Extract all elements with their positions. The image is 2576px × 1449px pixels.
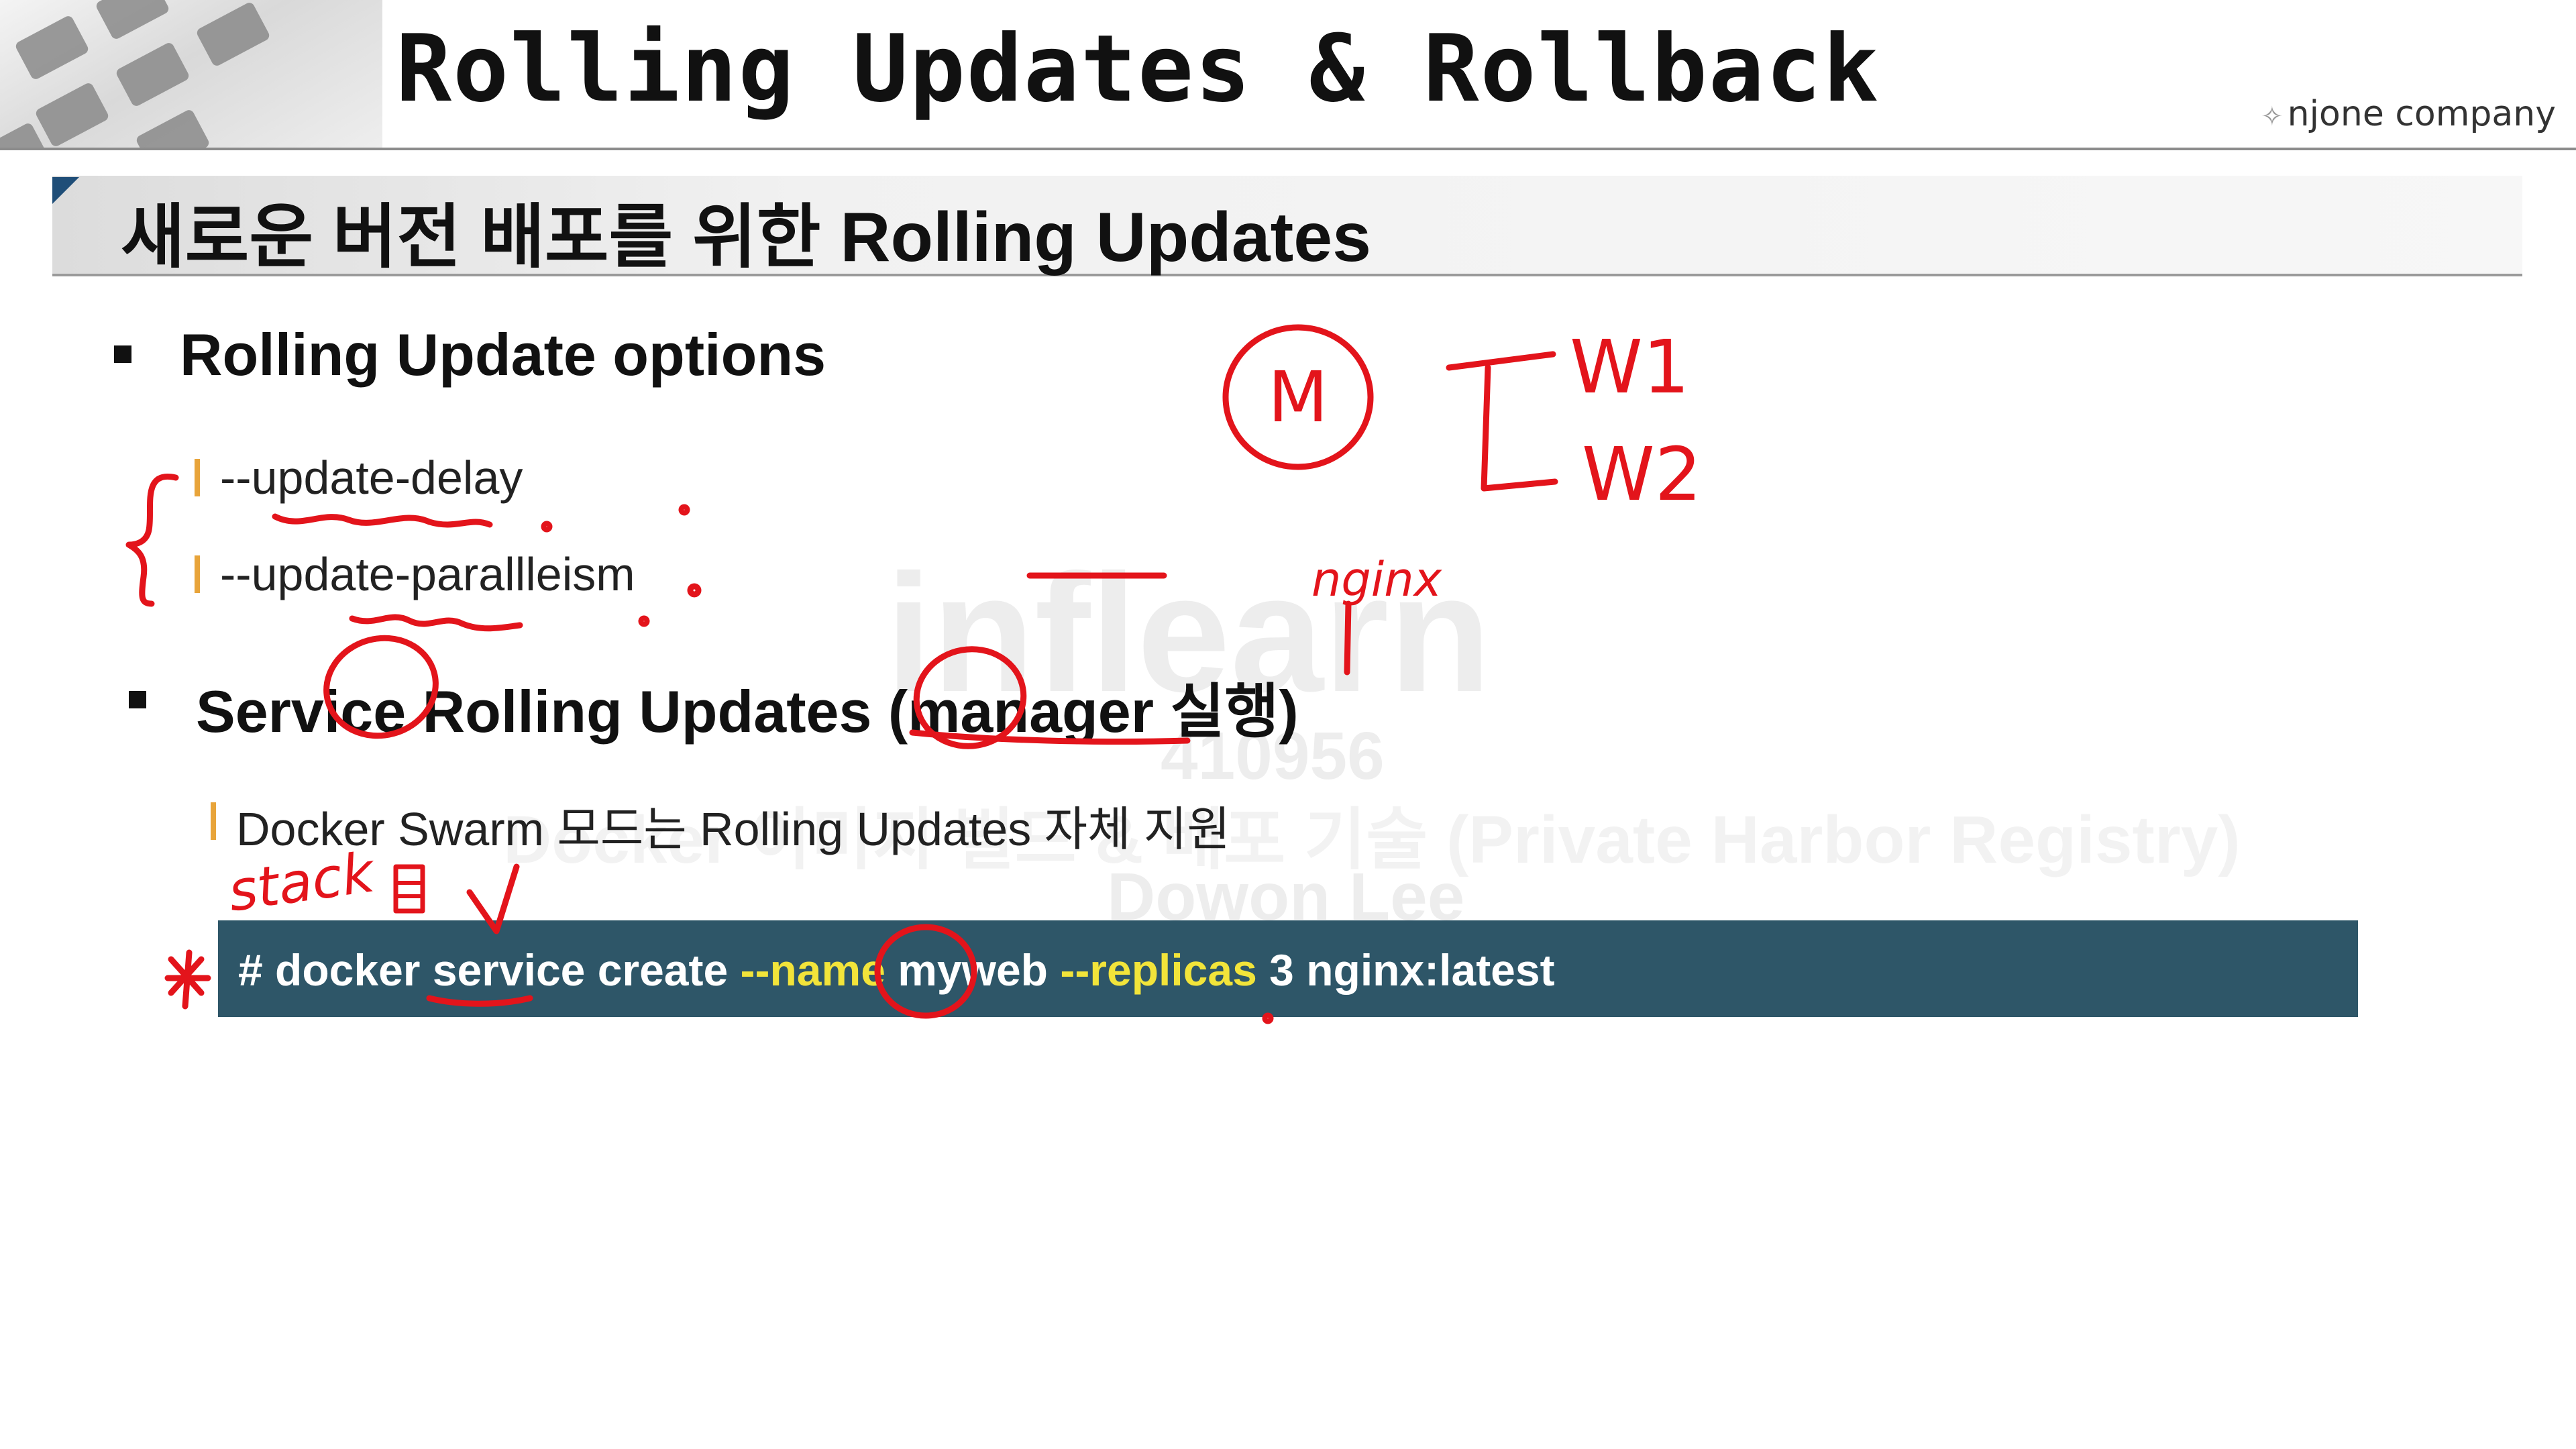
annotation-worker-bracket: [1446, 351, 1558, 492]
annotation-manager-circle: [1222, 324, 1374, 470]
sub-item-swarm-support: Docker Swarm 모드는 Rolling Updates 자체 지원: [236, 803, 1230, 855]
brand-icon: ✧: [2261, 101, 2284, 132]
annotation-manager-label: M: [1268, 356, 1328, 438]
brand-logo: ✧ njone company: [2261, 94, 2556, 134]
sub-item-marker: [195, 555, 200, 593]
brand-name: njone company: [2287, 94, 2556, 134]
slide-title: Rolling Updates & Rollback: [396, 15, 1880, 123]
bullet-service-rolling-updates: Service Rolling Updates (manager 실행): [196, 678, 1299, 745]
command-flag-replicas: --replicas: [1060, 945, 1257, 995]
sub-item-update-parallelism: --update-parallleism: [220, 548, 635, 600]
command-segment: 3 nginx:latest: [1256, 945, 1555, 995]
annotation-worker-1: W1: [1570, 324, 1690, 410]
annotation-box: [393, 864, 425, 914]
bullet-marker: [129, 691, 146, 708]
command-segment: myweb: [885, 945, 1061, 995]
annotation-underline: [349, 614, 523, 632]
sub-item-update-delay: --update-delay: [220, 451, 523, 504]
header-divider: [0, 148, 2576, 150]
sub-item-marker: [211, 802, 216, 840]
command-flag-name: --name: [740, 945, 885, 995]
bullet-rolling-update-options: Rolling Update options: [180, 321, 826, 388]
annotation-brace: [125, 473, 179, 607]
keyboard-thumbnail-image: [0, 0, 382, 149]
annotation-nginx: nginx: [1311, 552, 1442, 607]
section-corner-marker: [52, 177, 79, 204]
section-heading: 새로운 버전 배포를 위한 Rolling Updates: [121, 199, 1371, 276]
annotation-worker-2: W2: [1582, 431, 1702, 517]
bullet-marker: [114, 345, 131, 363]
command-line: # docker service create --name myweb --r…: [238, 945, 1555, 996]
command-box: # docker service create --name myweb --r…: [218, 920, 2358, 1017]
annotation-asterisk: [164, 949, 211, 1010]
sub-item-marker: [195, 459, 200, 496]
command-segment: # docker service create: [238, 945, 741, 995]
annotation-underline: [272, 513, 493, 528]
